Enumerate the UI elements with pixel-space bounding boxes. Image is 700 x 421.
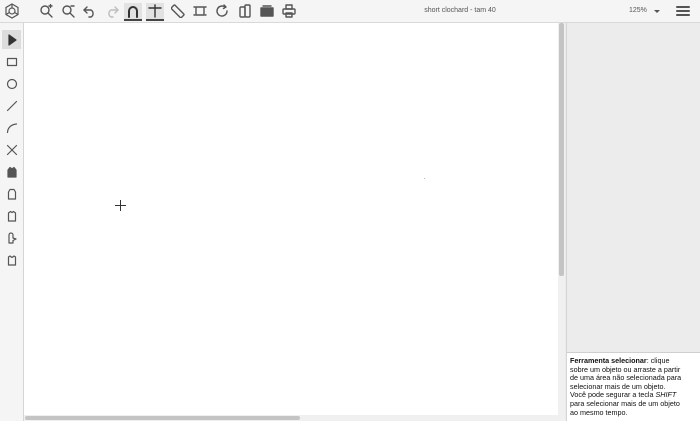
curve-tool-icon <box>6 122 17 133</box>
front-piece-tool-icon <box>7 188 16 200</box>
redo-icon <box>108 6 119 18</box>
print-icon <box>282 4 296 18</box>
magnet-icon <box>128 6 138 18</box>
select-tool-button[interactable] <box>2 30 21 49</box>
sleeve-tool-icon <box>7 231 17 244</box>
top-toolbar: short clochard - tam 40 125% <box>0 0 700 23</box>
back-piece-tool-icon <box>7 210 16 222</box>
horizontal-scrollbar-thumb[interactable] <box>25 416 300 420</box>
ruler-t-button[interactable] <box>146 3 164 21</box>
zoom-in-icon <box>40 4 53 18</box>
select-region-icon <box>193 6 207 16</box>
curve-tool-button[interactable] <box>2 118 21 137</box>
select-region-button[interactable] <box>191 2 209 20</box>
help-text-line7: ao mesmo tempo. <box>570 407 628 417</box>
left-toolbar <box>0 23 24 421</box>
front-piece-tool-button[interactable] <box>2 184 21 203</box>
layers-button[interactable] <box>236 2 254 20</box>
circle-tool-icon <box>6 78 17 89</box>
rectangle-tool-icon <box>6 57 17 66</box>
sleeve-tool-button[interactable] <box>2 228 21 247</box>
undo-button[interactable] <box>81 2 99 20</box>
redo-button[interactable] <box>103 2 121 20</box>
layers-icon <box>239 4 251 18</box>
zoom-out-button[interactable] <box>59 2 77 20</box>
rotate-button[interactable] <box>213 2 231 20</box>
crosshair-cursor-icon <box>115 200 126 211</box>
app-logo-icon[interactable] <box>4 3 20 19</box>
line-tool-button[interactable] <box>2 96 21 115</box>
document-title: short clochard - tam 40 <box>424 7 496 14</box>
ruler-t-icon <box>148 4 162 18</box>
zoom-select[interactable]: 125% <box>622 4 668 18</box>
back-piece-tool-button[interactable] <box>2 206 21 225</box>
zoom-value: 125% <box>629 7 647 14</box>
print-preview-button[interactable] <box>258 2 276 20</box>
print-button[interactable] <box>280 2 298 20</box>
select-tool-icon <box>7 33 17 46</box>
vertical-scrollbar-thumb[interactable] <box>559 23 564 276</box>
chevron-down-icon <box>654 10 660 13</box>
line-tool-icon <box>6 100 17 111</box>
magnet-button[interactable] <box>124 3 142 21</box>
drawing-canvas[interactable] <box>24 23 558 415</box>
measure-button[interactable] <box>169 2 187 20</box>
tool-help-box: Ferramenta selecionar: clique sobre um o… <box>567 352 700 421</box>
bodice-tool-icon <box>6 166 17 178</box>
delete-tool-icon <box>6 144 17 155</box>
print-preview-icon <box>260 5 274 17</box>
collar-tool-button[interactable] <box>2 250 21 269</box>
delete-tool-button[interactable] <box>2 140 21 159</box>
rotate-icon <box>216 4 228 17</box>
zoom-out-icon <box>62 5 75 18</box>
measure-icon <box>171 4 185 18</box>
collar-tool-icon <box>7 254 16 266</box>
canvas-point <box>424 178 425 179</box>
rectangle-tool-button[interactable] <box>2 52 21 71</box>
hamburger-menu-icon[interactable] <box>676 4 690 18</box>
zoom-in-button[interactable] <box>37 2 55 20</box>
circle-tool-button[interactable] <box>2 74 21 93</box>
bodice-tool-button[interactable] <box>2 162 21 181</box>
undo-icon <box>83 6 94 18</box>
